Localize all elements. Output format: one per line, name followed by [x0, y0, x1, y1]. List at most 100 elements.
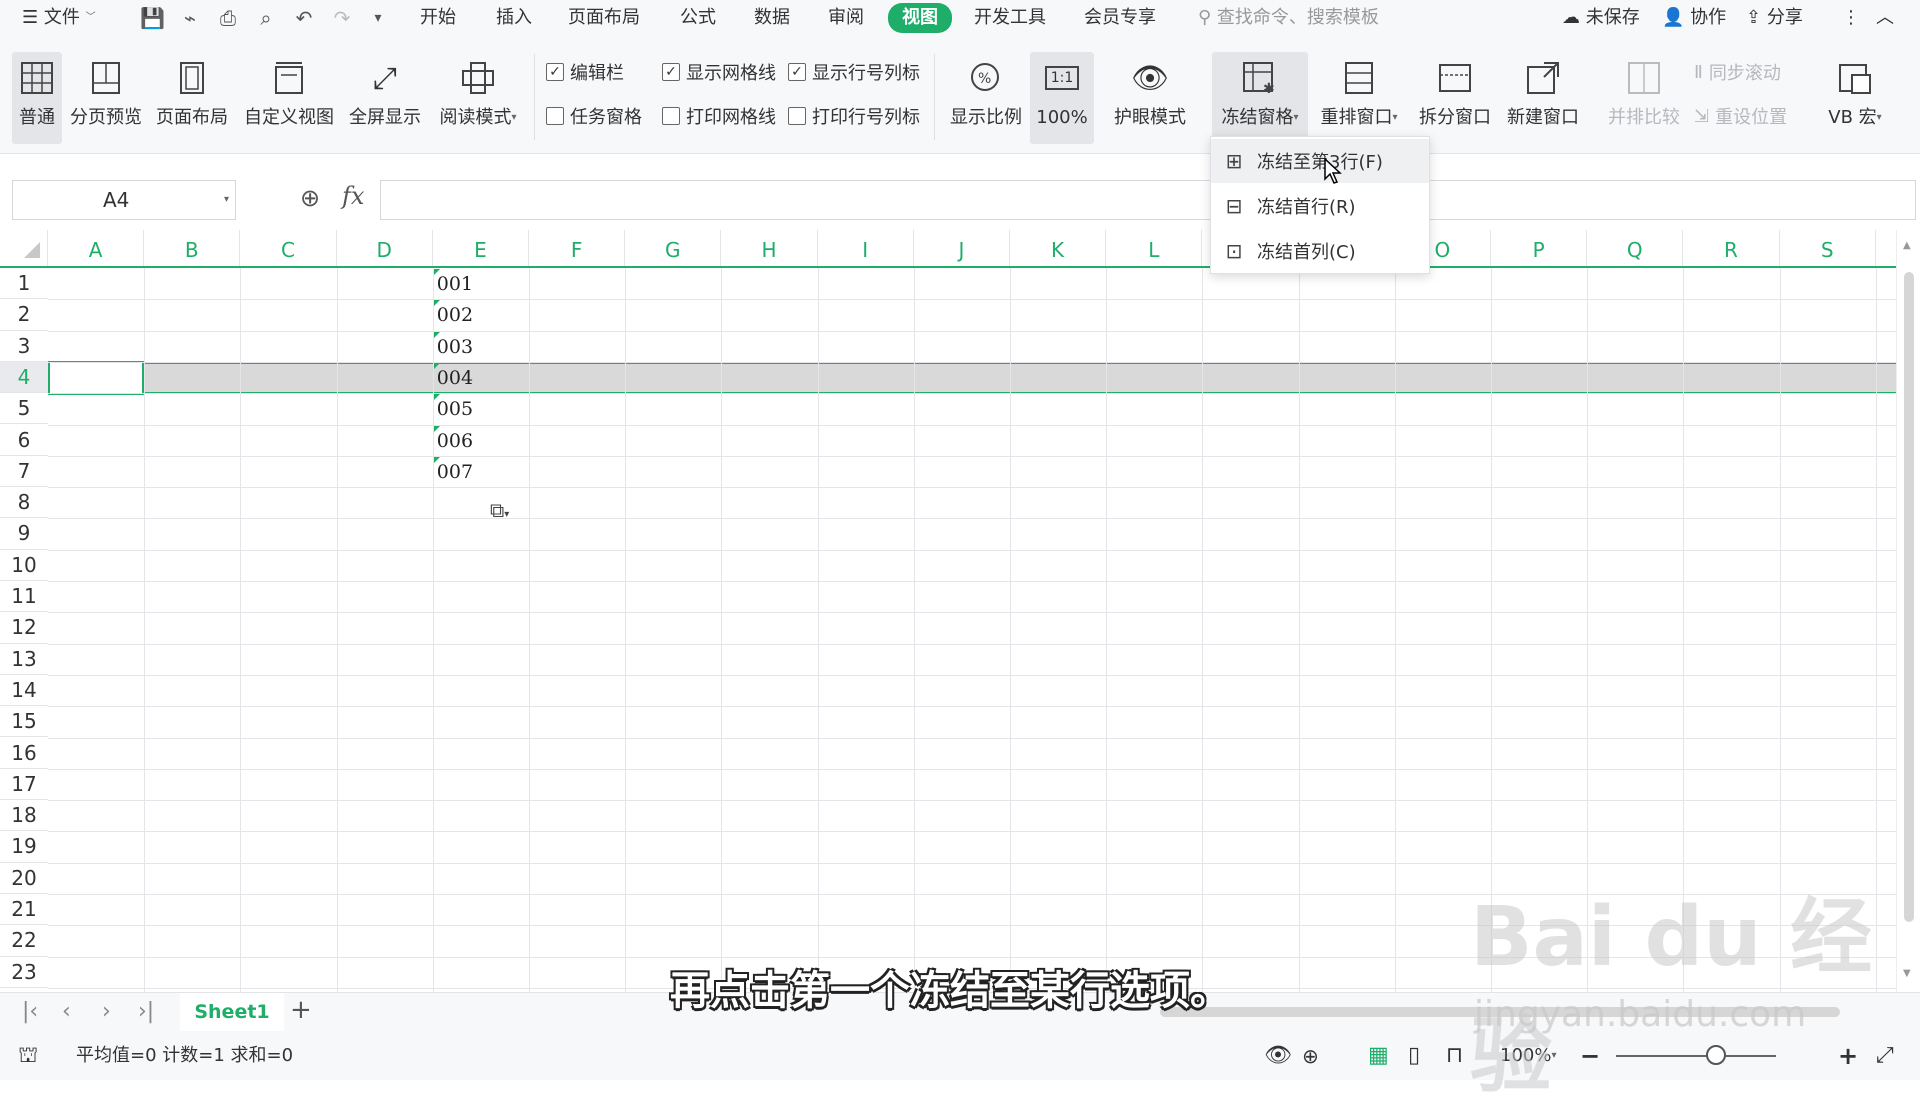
new-window-button[interactable]: 新建窗口 — [1502, 52, 1584, 144]
zoom-button[interactable]: % 显示比例 — [946, 52, 1026, 144]
eye-mode-button[interactable]: 👁 护眼模式 — [1110, 52, 1190, 144]
row-header-5[interactable]: 5 — [0, 393, 48, 425]
formula-input[interactable] — [380, 180, 1916, 220]
row-header-3[interactable]: 3 — [0, 331, 48, 362]
custom-view-button[interactable]: 自定义视图 — [242, 52, 336, 144]
side-by-side-button[interactable]: 并排比较 — [1604, 52, 1684, 144]
cell-e7[interactable]: 007 — [437, 461, 473, 483]
freeze-to-row-3-item[interactable]: ⊞ 冻结至第3行(F) — [1211, 139, 1429, 183]
save-icon[interactable]: 💾 — [140, 6, 165, 30]
freeze-panes-button[interactable]: ✱ 冻结窗格▾ — [1212, 52, 1308, 144]
row-header-12[interactable]: 12 — [0, 612, 48, 644]
print-icon[interactable]: ⎙ — [216, 6, 240, 30]
command-search[interactable]: ⚲ 查找命令、搜索模板 — [1198, 0, 1379, 36]
column-header-f[interactable]: F — [529, 230, 626, 266]
row-header-1[interactable]: 1 — [0, 268, 48, 300]
file-menu[interactable]: ☰ 文件 ﹀ — [22, 0, 96, 36]
row-header-9[interactable]: 9 — [0, 518, 48, 550]
page-layout-status-icon[interactable]: ⊓ — [1446, 1032, 1463, 1080]
freeze-first-row-item[interactable]: ⊟ 冻结首行(R) — [1211, 184, 1429, 228]
unsaved-status[interactable]: ☁ 未保存 — [1562, 0, 1640, 36]
active-cell-a4[interactable] — [48, 361, 144, 395]
more-icon[interactable]: ⋮ — [1842, 0, 1860, 36]
column-header-r[interactable]: R — [1683, 230, 1780, 266]
normal-view-status-icon[interactable]: ▦ — [1368, 1032, 1389, 1080]
row-header-13[interactable]: 13 — [0, 644, 48, 675]
show-gridlines-checkbox[interactable]: ✓ 显示网格线 — [662, 58, 776, 86]
share-button[interactable]: ⇪ 分享 — [1746, 0, 1803, 36]
column-header-p[interactable]: P — [1491, 230, 1588, 266]
collab-button[interactable]: 👤 协作 — [1662, 0, 1726, 36]
row-header-19[interactable]: 19 — [0, 831, 48, 863]
split-window-button[interactable]: 拆分窗口 — [1414, 52, 1496, 144]
print-gridlines-checkbox[interactable]: 打印网格线 — [662, 102, 776, 130]
cell-e4[interactable]: 004 — [437, 367, 473, 389]
paste-options-icon[interactable]: ⧉▾ — [490, 498, 509, 522]
column-header-i[interactable]: I — [818, 230, 914, 266]
task-pane-checkbox[interactable]: 任务窗格 — [546, 102, 642, 130]
cell-e1[interactable]: 001 — [437, 273, 473, 295]
collapse-ribbon-icon[interactable]: ︿ — [1876, 0, 1894, 36]
row-header-11[interactable]: 11 — [0, 581, 48, 613]
column-header-e[interactable]: E — [433, 230, 529, 266]
row-header-14[interactable]: 14 — [0, 675, 48, 707]
tab-review[interactable]: 审阅 — [828, 0, 864, 36]
row-header-2[interactable]: 2 — [0, 299, 48, 331]
column-header-g[interactable]: G — [625, 230, 722, 266]
column-header-l[interactable]: L — [1106, 230, 1203, 266]
row-header-6[interactable]: 6 — [0, 425, 48, 456]
row-header-22[interactable]: 22 — [0, 925, 48, 957]
tab-member[interactable]: 会员专享 — [1084, 0, 1156, 36]
vb-macro-button[interactable]: VB 宏▾ — [1822, 52, 1888, 144]
column-header-s[interactable]: S — [1780, 230, 1876, 266]
scroll-up-icon[interactable]: ▲ — [1903, 240, 1911, 251]
column-header-c[interactable]: C — [240, 230, 337, 266]
freeze-first-column-item[interactable]: ⊡ 冻结首列(C) — [1211, 229, 1429, 273]
full-screen-button[interactable]: ⤢ 全屏显示 — [346, 52, 424, 144]
eye-protection-icon[interactable]: 👁 — [1264, 1032, 1292, 1080]
row-header-4[interactable]: 4 — [0, 361, 48, 394]
macro-record-icon[interactable]: ⛫ — [18, 1032, 38, 1080]
sheet-tab-sheet1[interactable]: Sheet1 — [180, 993, 284, 1031]
tab-page-layout[interactable]: 页面布局 — [568, 0, 640, 36]
column-header-d[interactable]: D — [337, 230, 433, 266]
row-header-15[interactable]: 15 — [0, 706, 48, 738]
column-header-j[interactable]: J — [914, 230, 1010, 266]
sync-scroll-button[interactable]: Ⅱ 同步滚动 — [1694, 58, 1781, 86]
show-headers-checkbox[interactable]: ✓ 显示行号列标 — [788, 58, 920, 86]
name-box[interactable]: A4 ▾ — [12, 180, 236, 220]
customize-toolbar-icon[interactable]: ▾ — [366, 6, 390, 30]
prev-sheet-icon[interactable]: ‹ — [62, 999, 71, 1024]
page-break-preview-button[interactable]: 分页预览 — [68, 52, 144, 144]
cell-e2[interactable]: 002 — [437, 304, 473, 326]
select-all-corner[interactable] — [0, 230, 48, 266]
tab-formulas[interactable]: 公式 — [680, 0, 716, 36]
column-header-k[interactable]: K — [1010, 230, 1107, 266]
row-header-23[interactable]: 23 — [0, 957, 48, 988]
tab-view[interactable]: 视图 — [888, 3, 952, 33]
row-header-20[interactable]: 20 — [0, 863, 48, 894]
cell-e3[interactable]: 003 — [437, 336, 473, 358]
arrange-windows-button[interactable]: 重排窗口▾ — [1316, 52, 1402, 144]
vertical-scroll-thumb[interactable] — [1904, 272, 1914, 922]
row-header-16[interactable]: 16 — [0, 738, 48, 769]
row-header-17[interactable]: 17 — [0, 769, 48, 801]
tab-home[interactable]: 开始 — [420, 0, 456, 36]
print-headers-checkbox[interactable]: 打印行号列标 — [788, 102, 920, 130]
print-preview-icon[interactable]: ⌕ — [254, 6, 278, 30]
normal-view-button[interactable]: 普通 — [12, 52, 62, 144]
page-break-status-icon[interactable]: ▯ — [1408, 1032, 1420, 1080]
center-view-icon[interactable]: ⊕ — [1302, 1032, 1319, 1080]
cell-e5[interactable]: 005 — [437, 398, 473, 420]
next-sheet-icon[interactable]: › — [102, 999, 111, 1024]
tab-insert[interactable]: 插入 — [496, 0, 532, 36]
column-header-a[interactable]: A — [48, 230, 145, 266]
reset-position-button[interactable]: ⇲ 重设位置 — [1694, 102, 1787, 130]
format-painter-icon[interactable]: ⌁ — [178, 6, 202, 30]
page-layout-view-button[interactable]: 页面布局 — [154, 52, 230, 144]
cell-e6[interactable]: 006 — [437, 430, 473, 452]
column-header-h[interactable]: H — [721, 230, 818, 266]
first-sheet-icon[interactable]: |‹ — [22, 999, 38, 1024]
zoom-100-button[interactable]: 1:1 100% — [1030, 52, 1094, 144]
edit-bar-checkbox[interactable]: ✓ 编辑栏 — [546, 58, 624, 86]
